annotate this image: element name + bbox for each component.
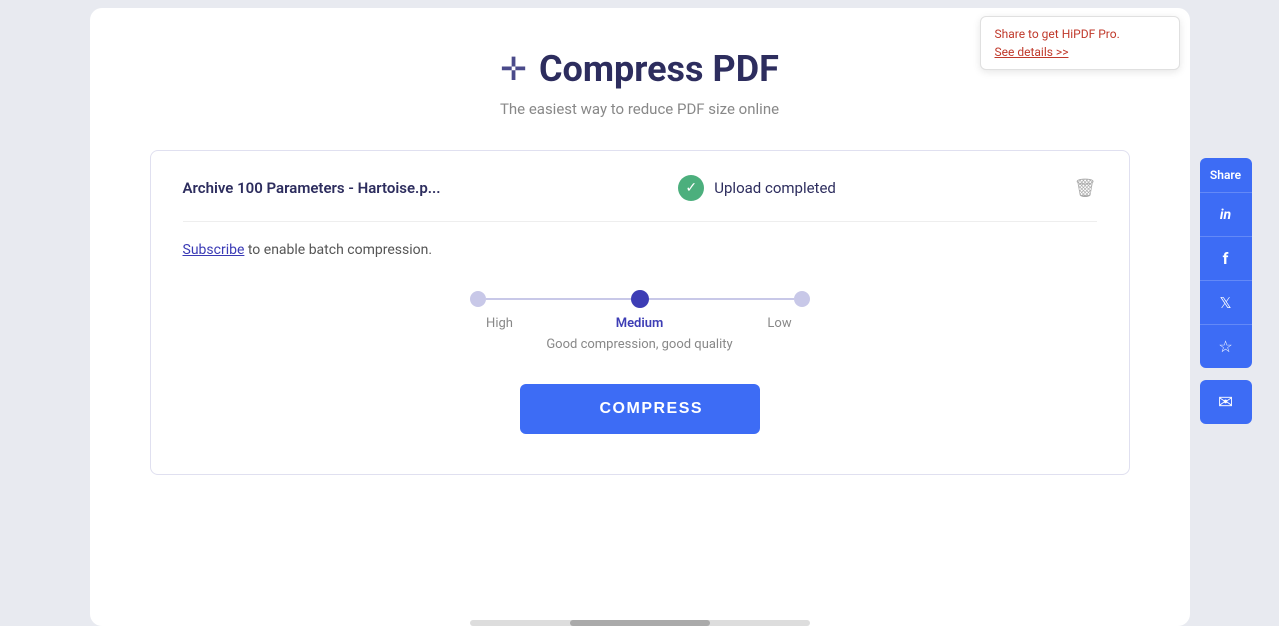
slider-track[interactable] bbox=[470, 290, 810, 308]
email-icon: ✉ bbox=[1218, 392, 1233, 413]
compress-icon: ✛ bbox=[500, 53, 527, 85]
promo-tooltip: Share to get HiPDF Pro. See details >> bbox=[980, 16, 1180, 70]
upload-check-icon: ✓ bbox=[678, 175, 704, 201]
page-title: Compress PDF bbox=[539, 48, 779, 90]
upload-status-container: ✓ Upload completed bbox=[678, 175, 836, 201]
file-row: Archive 100 Parameters - Hartoise.p... ✓… bbox=[183, 175, 1097, 222]
bottom-scrollbar bbox=[470, 620, 810, 626]
facebook-share-button[interactable]: f bbox=[1200, 236, 1252, 280]
share-main-button[interactable]: Share bbox=[1200, 158, 1252, 192]
delete-file-button[interactable]: 🗑 bbox=[1074, 178, 1097, 199]
compression-description: Good compression, good quality bbox=[546, 337, 732, 352]
email-button[interactable]: ✉ bbox=[1200, 380, 1252, 424]
slider-dot-medium[interactable] bbox=[631, 290, 649, 308]
slider-dot-high[interactable] bbox=[470, 291, 486, 307]
linkedin-share-button[interactable]: in bbox=[1200, 192, 1252, 236]
slider-line-2 bbox=[649, 298, 794, 300]
label-low[interactable]: Low bbox=[750, 316, 810, 331]
twitter-share-button[interactable]: 𝕏 bbox=[1200, 280, 1252, 324]
slider-line-1 bbox=[486, 298, 631, 300]
promo-line1: Share to get HiPDF Pro. bbox=[995, 27, 1165, 41]
main-card: Share to get HiPDF Pro. See details >> ✛… bbox=[90, 8, 1190, 626]
content-area: Archive 100 Parameters - Hartoise.p... ✓… bbox=[150, 150, 1130, 475]
page-wrapper: Share to get HiPDF Pro. See details >> ✛… bbox=[0, 0, 1279, 626]
facebook-icon: f bbox=[1223, 249, 1229, 268]
share-panel: Share in f 𝕏 ☆ ✉ bbox=[1200, 158, 1252, 424]
subscribe-text: to enable batch compression. bbox=[244, 242, 432, 258]
slider-labels: High Medium Low bbox=[470, 316, 810, 331]
label-high[interactable]: High bbox=[470, 316, 530, 331]
twitter-icon: 𝕏 bbox=[1219, 294, 1231, 312]
page-subtitle: The easiest way to reduce PDF size onlin… bbox=[150, 100, 1130, 118]
star-icon: ☆ bbox=[1218, 337, 1232, 356]
scrollbar-thumb bbox=[570, 620, 710, 626]
label-medium[interactable]: Medium bbox=[610, 316, 670, 331]
promo-see-details-link[interactable]: See details >> bbox=[995, 45, 1165, 59]
upload-status-text: Upload completed bbox=[714, 179, 836, 197]
star-share-button[interactable]: ☆ bbox=[1200, 324, 1252, 368]
subscribe-row: Subscribe to enable batch compression. bbox=[183, 242, 1097, 258]
compress-button[interactable]: COMPRESS bbox=[520, 384, 760, 434]
file-name: Archive 100 Parameters - Hartoise.p... bbox=[183, 179, 441, 197]
subscribe-link[interactable]: Subscribe bbox=[183, 242, 245, 258]
slider-dot-low[interactable] bbox=[794, 291, 810, 307]
linkedin-icon: in bbox=[1220, 207, 1231, 223]
compression-slider-area: High Medium Low Good compression, good q… bbox=[183, 290, 1097, 352]
